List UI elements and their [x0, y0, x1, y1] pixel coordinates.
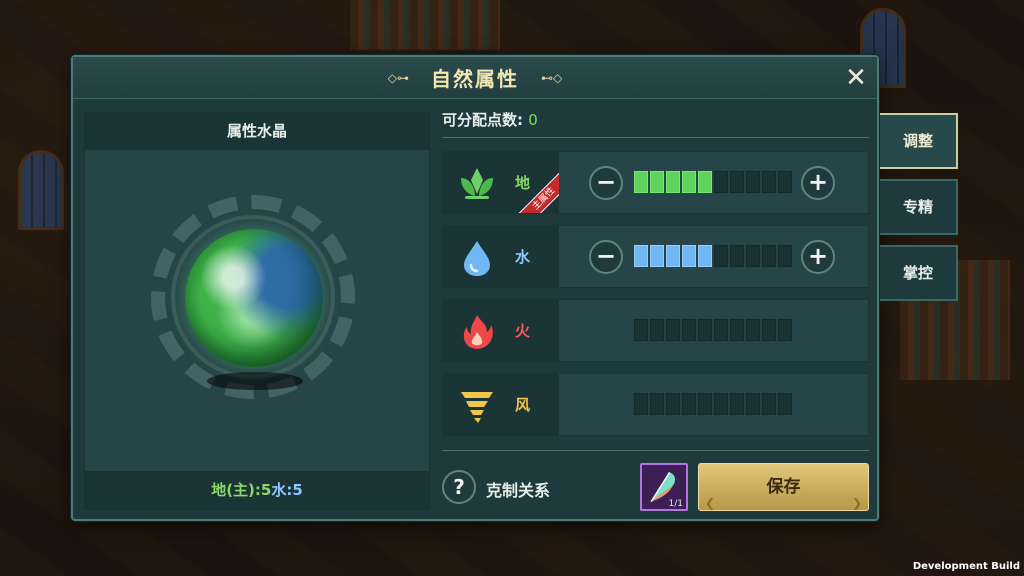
page-title: 自然属性 [431, 67, 519, 91]
water-plus-button[interactable]: + [801, 240, 835, 274]
available-points-label: 可分配点数: [442, 111, 523, 129]
divider [442, 450, 869, 451]
arrow-right-icon: ❯ [851, 496, 862, 510]
level-segment [666, 245, 680, 267]
level-segment [762, 319, 776, 341]
arrow-left-icon: ❮ [705, 496, 716, 510]
level-segment [682, 245, 696, 267]
earth-plus-button[interactable]: + [801, 166, 835, 200]
level-segment [746, 319, 760, 341]
crystal-item-slot[interactable]: 1/1 [640, 463, 688, 511]
level-segment [698, 171, 712, 193]
nature-attribute-panel: ◇⊶ 自然属性 ⊷◇ ✕ 属性水晶 地(主):5水:5 可分配点数: 0 地 主… [71, 55, 879, 521]
element-row-wind: 风 [442, 373, 869, 436]
tab-specialize[interactable]: 专精 [880, 179, 958, 235]
level-segment [634, 393, 648, 415]
crystal-display [85, 150, 429, 473]
level-segment [714, 245, 728, 267]
level-segment [730, 393, 744, 415]
level-segment [634, 171, 648, 193]
element-label-cell: 火 [443, 300, 559, 361]
background-bookshelf [350, 0, 500, 50]
level-segment [778, 245, 792, 267]
crystal-panel: 属性水晶 地(主):5水:5 [84, 112, 430, 510]
element-name: 水 [515, 248, 531, 266]
attribute-crystal-orb [185, 229, 323, 367]
level-segment [650, 171, 664, 193]
element-name: 火 [515, 322, 531, 340]
level-segment [666, 319, 680, 341]
level-segment [682, 319, 696, 341]
counter-relation-label[interactable]: 克制关系 [486, 477, 550, 501]
level-segment [714, 319, 728, 341]
fire-icon [463, 315, 493, 349]
help-button[interactable]: ? [442, 470, 476, 504]
level-segment [634, 245, 648, 267]
level-segment [746, 393, 760, 415]
element-label-cell: 风 [443, 374, 559, 435]
save-button[interactable]: ❮ 保存 ❯ [698, 463, 869, 511]
title-ornament-icon: ⊷◇ [541, 70, 563, 85]
available-points-value: 0 [528, 111, 538, 129]
level-segment [762, 393, 776, 415]
level-segment [762, 245, 776, 267]
divider [442, 137, 869, 138]
crystal-summary: 地(主):5水:5 [85, 471, 429, 509]
level-segment [682, 171, 696, 193]
level-segment [698, 319, 712, 341]
level-segment [714, 393, 728, 415]
level-segment [714, 171, 728, 193]
earth-summary: 地(主):5 [211, 481, 272, 499]
level-segment [666, 171, 680, 193]
level-segment [730, 245, 744, 267]
leaf-icon [461, 168, 493, 199]
level-segment [650, 393, 664, 415]
earth-level-bar [634, 171, 792, 193]
level-segment [730, 319, 744, 341]
panel-header: ◇⊶ 自然属性 ⊷◇ ✕ [73, 57, 877, 99]
save-button-label: 保存 [766, 477, 801, 497]
level-segment [778, 319, 792, 341]
water-level-bar [634, 245, 792, 267]
wind-level-bar [634, 393, 792, 415]
water-minus-button[interactable]: − [589, 240, 623, 274]
tornado-icon [461, 392, 493, 423]
tab-control[interactable]: 掌控 [880, 245, 958, 301]
element-row-earth: 地 主属性 − + [442, 151, 869, 214]
element-row-fire: 火 [442, 299, 869, 362]
tab-adjust[interactable]: 调整 [880, 113, 958, 169]
background-window [18, 150, 64, 230]
available-points: 可分配点数: 0 [442, 109, 538, 130]
level-segment [746, 245, 760, 267]
water-drop-icon [464, 241, 490, 276]
level-segment [778, 393, 792, 415]
level-segment [698, 393, 712, 415]
title-ornament-icon: ◇⊶ [387, 70, 409, 85]
level-segment [698, 245, 712, 267]
element-row-water: 水 − + [442, 225, 869, 288]
item-count: 1/1 [668, 499, 683, 509]
level-segment [650, 245, 664, 267]
level-segment [634, 319, 648, 341]
level-segment [666, 393, 680, 415]
fire-level-bar [634, 319, 792, 341]
element-label-cell: 水 [443, 226, 559, 287]
level-segment [682, 393, 696, 415]
level-segment [762, 171, 776, 193]
element-name: 风 [515, 396, 531, 414]
level-segment [730, 171, 744, 193]
close-button[interactable]: ✕ [841, 63, 871, 93]
orb-shadow [207, 372, 303, 390]
element-name: 地 [515, 174, 531, 192]
water-summary: 水:5 [271, 481, 303, 499]
level-segment [746, 171, 760, 193]
crystal-header: 属性水晶 [85, 113, 429, 150]
level-segment [650, 319, 664, 341]
earth-minus-button[interactable]: − [589, 166, 623, 200]
element-label-cell: 地 主属性 [443, 152, 559, 213]
development-build-label: Development Build [912, 561, 1020, 572]
level-segment [778, 171, 792, 193]
